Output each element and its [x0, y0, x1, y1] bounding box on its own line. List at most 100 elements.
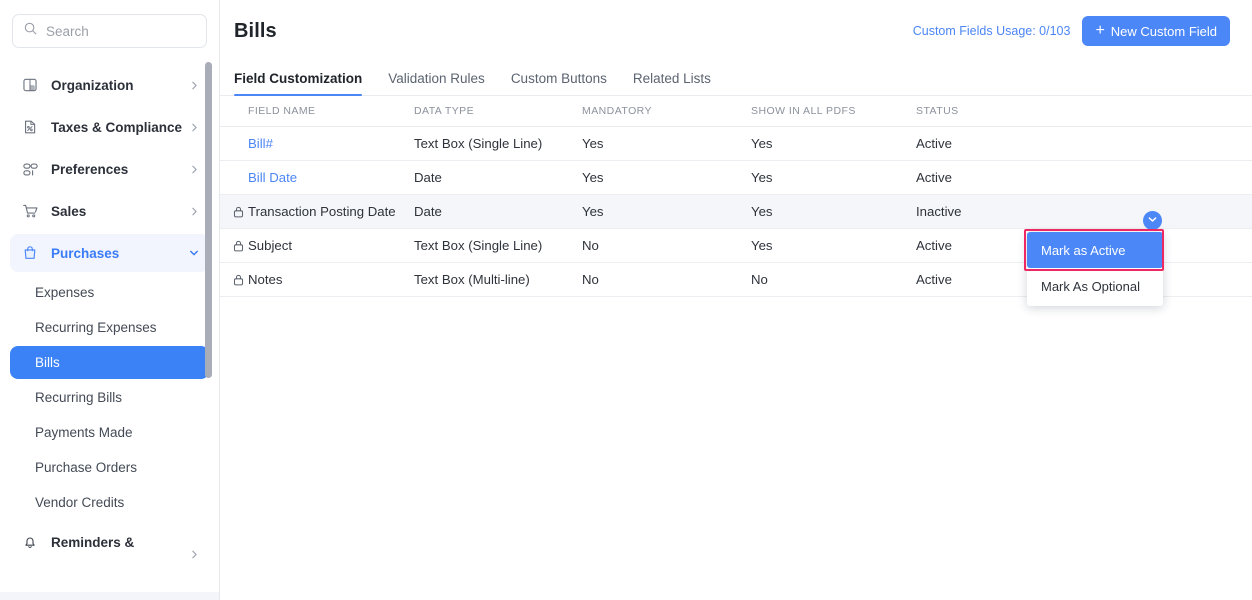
column-header-status: STATUS — [916, 96, 1066, 127]
lock-icon — [228, 240, 248, 252]
sidebar-subitem-label: Purchase Orders — [35, 460, 137, 475]
sidebar-item-sales[interactable]: Sales — [10, 192, 209, 230]
table-header-row: FIELD NAME DATA TYPE MANDATORY SHOW IN A… — [220, 96, 1252, 127]
sidebar-item-label: Taxes & Compliance — [51, 120, 182, 135]
cell-mandatory: Yes — [582, 127, 751, 161]
column-header-lock — [220, 96, 248, 127]
chevron-right-icon — [190, 81, 199, 90]
sidebar-item-preferences[interactable]: Preferences — [10, 150, 209, 188]
chevron-right-icon — [190, 123, 199, 132]
cell-show-in-pdfs: No — [751, 263, 916, 297]
tab-label: Validation Rules — [388, 71, 485, 86]
row-lock-cell — [220, 195, 248, 229]
row-actions-dropdown-menu: Mark as Active Mark As Optional — [1027, 232, 1163, 306]
table-row[interactable]: Bill Date Date Yes Yes Active — [220, 161, 1252, 195]
field-name-link[interactable]: Bill# — [248, 136, 273, 151]
sidebar-subitem-recurring-bills[interactable]: Recurring Bills — [10, 381, 209, 414]
page-header: Bills Custom Fields Usage: 0/103 + New C… — [220, 0, 1252, 62]
sidebar-subitem-label: Bills — [35, 355, 60, 370]
sidebar-subitem-label: Recurring Expenses — [35, 320, 157, 335]
bell-icon — [20, 534, 40, 550]
sidebar-subitem-vendor-credits[interactable]: Vendor Credits — [10, 486, 209, 519]
preferences-icon — [20, 161, 40, 178]
cell-actions — [1066, 161, 1252, 195]
cell-mandatory: Yes — [582, 195, 751, 229]
sidebar-scrollbar[interactable] — [205, 62, 212, 378]
cell-show-in-pdfs: Yes — [751, 229, 916, 263]
header-actions: Custom Fields Usage: 0/103 + New Custom … — [913, 16, 1230, 46]
custom-fields-usage-link[interactable]: Custom Fields Usage: 0/103 — [913, 24, 1071, 38]
cell-field-name: Transaction Posting Date — [248, 195, 414, 229]
row-lock-cell — [220, 263, 248, 297]
sidebar-subitem-payments-made[interactable]: Payments Made — [10, 416, 209, 449]
cell-data-type: Date — [414, 161, 582, 195]
cell-mandatory: No — [582, 229, 751, 263]
column-header-mandatory: MANDATORY — [582, 96, 751, 127]
sidebar-subitem-purchase-orders[interactable]: Purchase Orders — [10, 451, 209, 484]
cell-status: Active — [916, 127, 1066, 161]
chevron-right-icon — [190, 207, 199, 216]
lock-icon — [228, 274, 248, 286]
sidebar-subitem-recurring-expenses[interactable]: Recurring Expenses — [10, 311, 209, 344]
field-name-link[interactable]: Bill Date — [248, 170, 297, 185]
table-row[interactable]: Bill# Text Box (Single Line) Yes Yes Act… — [220, 127, 1252, 161]
shopping-bag-icon — [20, 245, 40, 261]
sidebar-item-reminders[interactable]: Reminders & — [10, 523, 209, 561]
tab-bar: Field Customization Validation Rules Cus… — [220, 62, 1252, 96]
sidebar-subitem-bills[interactable]: Bills — [10, 346, 209, 379]
table-row[interactable]: Transaction Posting Date Date Yes Yes In… — [220, 195, 1252, 229]
page-title: Bills — [234, 20, 277, 43]
tab-validation-rules[interactable]: Validation Rules — [388, 71, 485, 95]
tab-label: Related Lists — [633, 71, 711, 86]
tab-field-customization[interactable]: Field Customization — [234, 71, 362, 95]
sidebar-item-organization[interactable]: Organization — [10, 66, 209, 104]
menu-item-label: Mark As Optional — [1041, 279, 1140, 294]
lock-icon — [228, 206, 248, 218]
cell-data-type: Text Box (Single Line) — [414, 229, 582, 263]
sidebar-item-label: Reminders & — [51, 535, 134, 550]
sidebar-subitem-label: Expenses — [35, 285, 94, 300]
sidebar: Organization Taxes & Compliance — [0, 0, 220, 600]
organization-icon — [20, 77, 40, 93]
cell-status: Inactive — [916, 195, 1066, 229]
search-input[interactable] — [46, 24, 195, 39]
row-lock-cell — [220, 229, 248, 263]
cell-mandatory: No — [582, 263, 751, 297]
cell-status: Active — [916, 161, 1066, 195]
search-container — [0, 0, 219, 56]
sidebar-item-label: Purchases — [51, 246, 119, 261]
sidebar-item-purchases[interactable]: Purchases — [10, 234, 209, 272]
tab-custom-buttons[interactable]: Custom Buttons — [511, 71, 607, 95]
menu-item-mark-as-active[interactable]: Mark as Active — [1027, 232, 1163, 268]
cell-data-type: Text Box (Single Line) — [414, 127, 582, 161]
cell-show-in-pdfs: Yes — [751, 161, 916, 195]
table-header: FIELD NAME DATA TYPE MANDATORY SHOW IN A… — [220, 96, 1252, 127]
cell-data-type: Date — [414, 195, 582, 229]
menu-item-mark-as-optional[interactable]: Mark As Optional — [1027, 268, 1163, 304]
tab-label: Custom Buttons — [511, 71, 607, 86]
row-actions-dropdown-toggle[interactable] — [1143, 211, 1162, 230]
column-header-data-type: DATA TYPE — [414, 96, 582, 127]
sidebar-item-taxes-compliance[interactable]: Taxes & Compliance — [10, 108, 209, 146]
search-box[interactable] — [12, 14, 207, 48]
column-header-field-name: FIELD NAME — [248, 96, 414, 127]
new-custom-field-label: New Custom Field — [1111, 24, 1217, 39]
tab-related-lists[interactable]: Related Lists — [633, 71, 711, 95]
sidebar-item-label: Sales — [51, 204, 86, 219]
cell-show-in-pdfs: Yes — [751, 195, 916, 229]
row-lock-cell — [220, 161, 248, 195]
chevron-right-icon — [190, 550, 199, 559]
new-custom-field-button[interactable]: + New Custom Field — [1082, 16, 1230, 46]
sidebar-subitem-expenses[interactable]: Expenses — [10, 276, 209, 309]
column-header-show-in-all-pdfs: SHOW IN ALL PDFS — [751, 96, 916, 127]
tab-label: Field Customization — [234, 71, 362, 86]
chevron-right-icon — [190, 165, 199, 174]
cell-data-type: Text Box (Multi-line) — [414, 263, 582, 297]
sidebar-item-label: Preferences — [51, 162, 128, 177]
sidebar-item-label: Organization — [51, 78, 134, 93]
sidebar-bottom-edge — [0, 592, 220, 600]
app-root: Organization Taxes & Compliance — [0, 0, 1252, 600]
sidebar-subitem-label: Vendor Credits — [35, 495, 124, 510]
shopping-cart-icon — [20, 203, 40, 220]
chevron-down-icon — [1147, 212, 1158, 230]
